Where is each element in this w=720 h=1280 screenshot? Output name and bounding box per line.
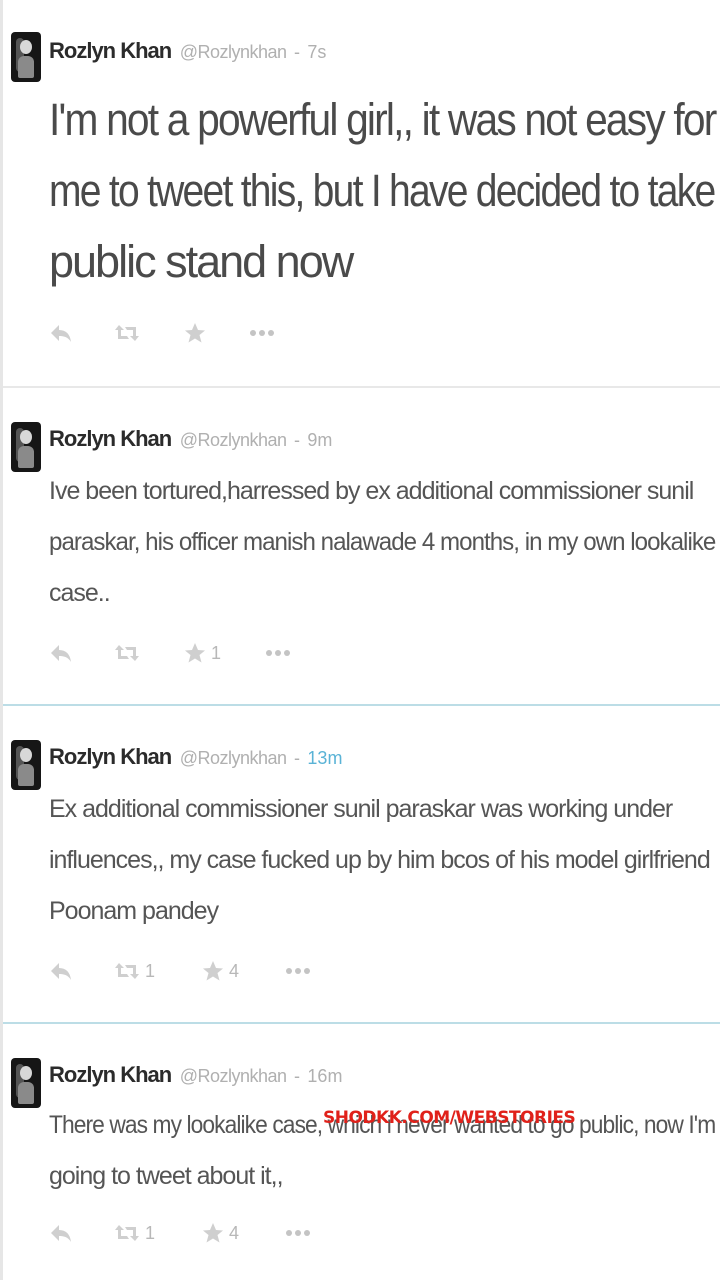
tweet-text: Ive been tortured,harressed by ex additi…: [49, 466, 717, 619]
more-icon: [250, 330, 274, 336]
retweet-button[interactable]: [113, 318, 141, 348]
retweet-icon: [115, 645, 139, 661]
more-button[interactable]: [285, 1218, 311, 1248]
more-button[interactable]: [265, 638, 291, 668]
reply-button[interactable]: [49, 638, 73, 668]
timestamp[interactable]: 13m: [307, 748, 342, 768]
more-button[interactable]: [249, 318, 275, 348]
tweet-text-line: Ex additional commissioner sunil paraska…: [49, 795, 673, 823]
tweet-text-line: influences,, my case fucked up by him bc…: [49, 846, 711, 874]
reply-button[interactable]: [49, 1218, 73, 1248]
tweet-text-line: paraskar, his officer manish nalawade 4 …: [49, 528, 716, 556]
favorite-count: 1: [211, 642, 222, 663]
tweet-text-line: I'm not a powerful girl,, it was not eas…: [49, 94, 717, 145]
favorite-count: 4: [229, 960, 240, 981]
tweet-header: Rozlyn Khan @Rozlynkhan - 13m: [49, 744, 342, 770]
reply-icon: [51, 963, 71, 980]
author-name[interactable]: Rozlyn Khan: [49, 426, 172, 451]
reply-button[interactable]: [49, 318, 73, 348]
tweet[interactable]: Rozlyn Khan @Rozlynkhan - 13m Ex additio…: [3, 704, 720, 1022]
avatar[interactable]: [11, 1058, 41, 1108]
retweet-button[interactable]: [113, 638, 145, 668]
tweet[interactable]: Rozlyn Khan @Rozlynkhan - 9m Ive been to…: [3, 386, 720, 704]
avatar[interactable]: [11, 422, 41, 472]
tweet-text-line: me to tweet this, but I have decided to …: [49, 165, 716, 216]
more-icon: [286, 968, 310, 974]
favorite-icon: [203, 961, 223, 981]
author-handle[interactable]: @Rozlynkhan: [180, 42, 287, 62]
author-handle[interactable]: @Rozlynkhan: [180, 748, 287, 768]
tweet-text-line: public stand now: [49, 236, 354, 287]
author-handle[interactable]: @Rozlynkhan: [180, 1066, 287, 1086]
retweet-count: 1: [145, 1222, 156, 1243]
tweet[interactable]: Rozlyn Khan @Rozlynkhan - 16m There was …: [3, 1022, 720, 1280]
separator: -: [293, 1066, 300, 1086]
tweet-text-line: Poonam pandey: [49, 897, 219, 925]
tweet-text: Ex additional commissioner sunil paraska…: [49, 784, 717, 937]
tweet-header: Rozlyn Khan @Rozlynkhan - 16m: [49, 1062, 342, 1088]
tweet-text: I'm not a powerful girl,, it was not eas…: [49, 84, 717, 297]
author-name[interactable]: Rozlyn Khan: [49, 1062, 172, 1087]
tweet[interactable]: Rozlyn Khan @Rozlynkhan - 7s I'm not a p…: [3, 0, 720, 386]
retweet-count: 1: [145, 960, 156, 981]
timestamp[interactable]: 16m: [307, 1066, 342, 1086]
watermark: SHODKK.COM/WEBSTORIES: [323, 1108, 576, 1128]
retweet-button[interactable]: 1: [113, 956, 155, 986]
separator: -: [293, 430, 300, 450]
favorite-count: 4: [229, 1222, 240, 1243]
favorite-button[interactable]: [183, 318, 207, 348]
favorite-button[interactable]: 4: [201, 956, 239, 986]
avatar[interactable]: [11, 740, 41, 790]
separator: -: [293, 42, 300, 62]
favorite-icon: [203, 1223, 223, 1243]
favorite-icon: [185, 323, 205, 343]
timestamp[interactable]: 9m: [307, 430, 332, 450]
tweet-header: Rozlyn Khan @Rozlynkhan - 7s: [49, 38, 326, 64]
separator: -: [293, 748, 300, 768]
author-handle[interactable]: @Rozlynkhan: [180, 430, 287, 450]
more-button[interactable]: [285, 956, 311, 986]
retweet-icon: [115, 963, 139, 979]
author-name[interactable]: Rozlyn Khan: [49, 744, 172, 769]
favorite-button[interactable]: 4: [201, 1218, 239, 1248]
tweet-text-line: going to tweet about it,,: [49, 1162, 284, 1190]
timeline: Rozlyn Khan @Rozlynkhan - 7s I'm not a p…: [0, 0, 720, 1280]
more-icon: [286, 1230, 310, 1236]
tweet-header: Rozlyn Khan @Rozlynkhan - 9m: [49, 426, 332, 452]
favorite-button[interactable]: 1: [183, 638, 221, 668]
retweet-icon: [115, 1225, 139, 1241]
avatar[interactable]: [11, 32, 41, 82]
reply-icon: [51, 645, 71, 662]
more-icon: [266, 650, 290, 656]
favorite-icon: [185, 643, 205, 663]
reply-icon: [51, 1225, 71, 1242]
tweet-text-line: Ive been tortured,harressed by ex additi…: [49, 477, 694, 505]
reply-button[interactable]: [49, 956, 73, 986]
reply-icon: [51, 325, 71, 342]
tweet-text-line: case..: [49, 579, 111, 607]
retweet-button[interactable]: 1: [113, 1218, 155, 1248]
retweet-icon: [115, 325, 139, 341]
timestamp[interactable]: 7s: [307, 42, 326, 62]
author-name[interactable]: Rozlyn Khan: [49, 38, 172, 63]
